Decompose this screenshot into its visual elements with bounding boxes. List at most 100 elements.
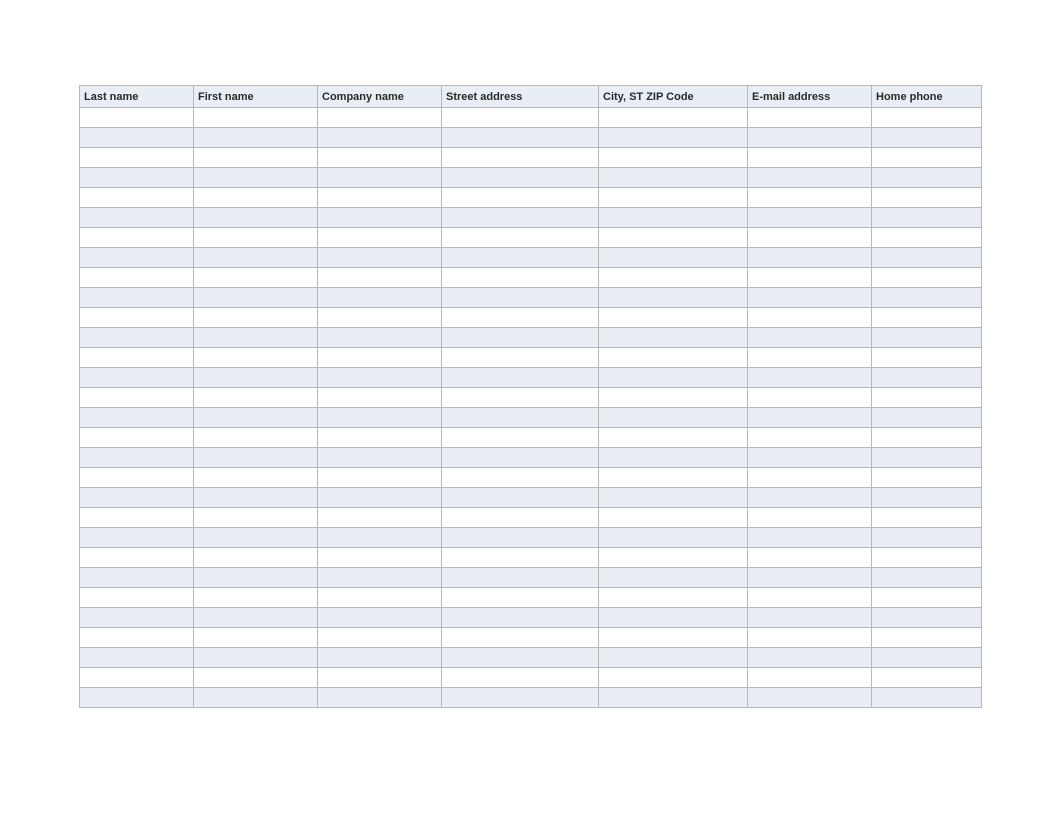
cell-first_name[interactable]	[194, 188, 318, 208]
cell-first_name[interactable]	[194, 268, 318, 288]
cell-company[interactable]	[318, 508, 442, 528]
cell-email[interactable]	[748, 388, 872, 408]
cell-city[interactable]	[599, 388, 748, 408]
cell-city[interactable]	[599, 308, 748, 328]
cell-first_name[interactable]	[194, 648, 318, 668]
cell-email[interactable]	[748, 668, 872, 688]
cell-company[interactable]	[318, 468, 442, 488]
cell-phone[interactable]	[872, 488, 982, 508]
cell-phone[interactable]	[872, 108, 982, 128]
cell-street[interactable]	[442, 348, 599, 368]
cell-first_name[interactable]	[194, 628, 318, 648]
cell-street[interactable]	[442, 468, 599, 488]
cell-last_name[interactable]	[80, 668, 194, 688]
cell-street[interactable]	[442, 308, 599, 328]
cell-company[interactable]	[318, 248, 442, 268]
cell-email[interactable]	[748, 408, 872, 428]
cell-city[interactable]	[599, 468, 748, 488]
cell-city[interactable]	[599, 188, 748, 208]
cell-street[interactable]	[442, 428, 599, 448]
cell-first_name[interactable]	[194, 688, 318, 708]
cell-phone[interactable]	[872, 168, 982, 188]
cell-email[interactable]	[748, 428, 872, 448]
cell-city[interactable]	[599, 208, 748, 228]
cell-last_name[interactable]	[80, 328, 194, 348]
cell-city[interactable]	[599, 628, 748, 648]
cell-city[interactable]	[599, 648, 748, 668]
cell-company[interactable]	[318, 428, 442, 448]
cell-email[interactable]	[748, 588, 872, 608]
cell-city[interactable]	[599, 168, 748, 188]
cell-company[interactable]	[318, 108, 442, 128]
cell-city[interactable]	[599, 428, 748, 448]
cell-first_name[interactable]	[194, 128, 318, 148]
cell-last_name[interactable]	[80, 228, 194, 248]
cell-email[interactable]	[748, 508, 872, 528]
cell-street[interactable]	[442, 188, 599, 208]
cell-last_name[interactable]	[80, 188, 194, 208]
cell-last_name[interactable]	[80, 108, 194, 128]
cell-last_name[interactable]	[80, 428, 194, 448]
cell-first_name[interactable]	[194, 488, 318, 508]
cell-first_name[interactable]	[194, 288, 318, 308]
cell-first_name[interactable]	[194, 168, 318, 188]
cell-city[interactable]	[599, 248, 748, 268]
cell-email[interactable]	[748, 328, 872, 348]
cell-company[interactable]	[318, 368, 442, 388]
cell-phone[interactable]	[872, 428, 982, 448]
cell-city[interactable]	[599, 528, 748, 548]
cell-phone[interactable]	[872, 508, 982, 528]
cell-city[interactable]	[599, 688, 748, 708]
cell-last_name[interactable]	[80, 568, 194, 588]
cell-email[interactable]	[748, 568, 872, 588]
cell-phone[interactable]	[872, 608, 982, 628]
cell-first_name[interactable]	[194, 548, 318, 568]
cell-phone[interactable]	[872, 468, 982, 488]
cell-email[interactable]	[748, 148, 872, 168]
cell-company[interactable]	[318, 388, 442, 408]
cell-phone[interactable]	[872, 588, 982, 608]
cell-city[interactable]	[599, 368, 748, 388]
cell-company[interactable]	[318, 168, 442, 188]
cell-email[interactable]	[748, 488, 872, 508]
cell-city[interactable]	[599, 568, 748, 588]
cell-phone[interactable]	[872, 368, 982, 388]
cell-city[interactable]	[599, 108, 748, 128]
cell-street[interactable]	[442, 148, 599, 168]
cell-first_name[interactable]	[194, 108, 318, 128]
cell-street[interactable]	[442, 408, 599, 428]
cell-phone[interactable]	[872, 668, 982, 688]
cell-company[interactable]	[318, 268, 442, 288]
cell-street[interactable]	[442, 488, 599, 508]
cell-company[interactable]	[318, 208, 442, 228]
cell-phone[interactable]	[872, 248, 982, 268]
cell-city[interactable]	[599, 228, 748, 248]
cell-phone[interactable]	[872, 328, 982, 348]
cell-last_name[interactable]	[80, 248, 194, 268]
cell-city[interactable]	[599, 668, 748, 688]
cell-email[interactable]	[748, 288, 872, 308]
cell-street[interactable]	[442, 248, 599, 268]
cell-company[interactable]	[318, 688, 442, 708]
cell-last_name[interactable]	[80, 368, 194, 388]
cell-phone[interactable]	[872, 268, 982, 288]
cell-street[interactable]	[442, 528, 599, 548]
cell-email[interactable]	[748, 688, 872, 708]
cell-email[interactable]	[748, 128, 872, 148]
cell-company[interactable]	[318, 528, 442, 548]
cell-last_name[interactable]	[80, 288, 194, 308]
cell-city[interactable]	[599, 328, 748, 348]
cell-email[interactable]	[748, 368, 872, 388]
cell-company[interactable]	[318, 648, 442, 668]
cell-last_name[interactable]	[80, 448, 194, 468]
cell-phone[interactable]	[872, 348, 982, 368]
cell-last_name[interactable]	[80, 608, 194, 628]
cell-first_name[interactable]	[194, 608, 318, 628]
cell-company[interactable]	[318, 128, 442, 148]
cell-street[interactable]	[442, 288, 599, 308]
cell-phone[interactable]	[872, 388, 982, 408]
cell-city[interactable]	[599, 588, 748, 608]
cell-last_name[interactable]	[80, 208, 194, 228]
cell-street[interactable]	[442, 328, 599, 348]
cell-first_name[interactable]	[194, 228, 318, 248]
